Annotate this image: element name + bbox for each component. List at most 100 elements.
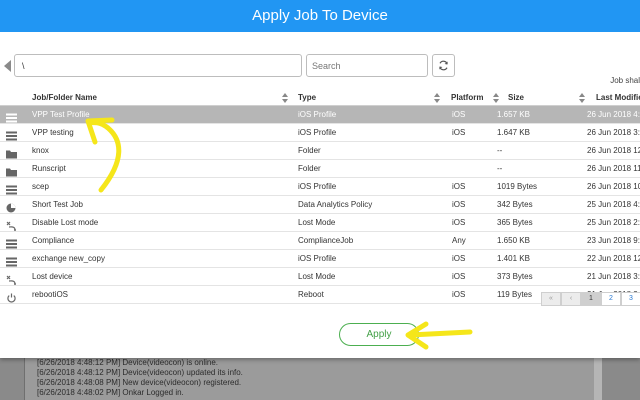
sort-icon[interactable] — [282, 93, 288, 103]
row-size: 1.650 KB — [497, 236, 530, 245]
column-header-size[interactable]: Size — [508, 90, 524, 106]
sort-icon[interactable] — [579, 93, 585, 103]
row-platform: Any — [452, 236, 466, 245]
row-type: Folder — [298, 146, 321, 155]
row-type: iOS Profile — [298, 110, 337, 119]
log-line: [6/26/2018 4:48:12 PM] Device(videocon) … — [37, 368, 243, 377]
row-name: Compliance — [32, 236, 75, 245]
prev-page-button[interactable]: ‹ — [561, 292, 581, 306]
row-type: Lost Mode — [298, 272, 336, 281]
job-shared-label: Job shal — [610, 76, 640, 85]
row-type: iOS Profile — [298, 254, 337, 263]
row-platform: iOS — [452, 182, 466, 191]
jobs-table: Job/Folder Name Type Platform Size Last … — [0, 90, 640, 304]
row-name: scep — [32, 182, 49, 191]
row-size: 373 Bytes — [497, 272, 533, 281]
page-2-button[interactable]: 2 — [601, 292, 621, 306]
activity-log-panel: [6/26/2018 4:48:12 PM] Device(videocon) … — [24, 356, 600, 400]
row-platform: iOS — [452, 200, 466, 209]
row-size: -- — [497, 164, 503, 173]
sort-icon[interactable] — [434, 93, 440, 103]
column-header-name[interactable]: Job/Folder Name — [32, 90, 97, 106]
row-last-modified: 23 Jun 2018 9: — [587, 236, 640, 245]
table-row[interactable]: Short Test Job Data Analytics Policy iOS 34… — [0, 196, 640, 214]
table-row[interactable]: Lost device Lost Mode iOS 373 Bytes 21 Jun 2… — [0, 268, 640, 286]
row-size: -- — [497, 146, 503, 155]
row-name: exchange new_copy — [32, 254, 105, 263]
row-type: iOS Profile — [298, 128, 337, 137]
table-row[interactable]: Disable Lost mode Lost Mode iOS 365 Bytes 25… — [0, 214, 640, 232]
row-name: Runscript — [32, 164, 66, 173]
back-arrow-icon[interactable] — [4, 60, 11, 72]
page-1-button[interactable]: 1 — [581, 292, 601, 306]
folder-icon — [6, 146, 17, 159]
row-last-modified: 26 Jun 2018 3: — [587, 128, 640, 137]
first-page-button[interactable]: « — [541, 292, 561, 306]
row-last-modified: 21 Jun 2018 3: — [587, 272, 640, 281]
apply-job-modal: Apply Job To Device Job shal Job/Folder … — [0, 0, 640, 358]
row-name: Lost device — [32, 272, 73, 281]
row-last-modified: 26 Jun 2018 11: — [587, 164, 640, 173]
page-3-button[interactable]: 3 — [621, 292, 640, 306]
table-row[interactable]: VPP Test Profile iOS Profile iOS 1.657 KB 26… — [0, 106, 640, 124]
job-list-icon — [6, 128, 17, 141]
row-platform — [452, 160, 500, 178]
row-name: VPP testing — [32, 128, 74, 137]
activity-log-area: [6/26/2018 4:48:12 PM] Device(videocon) … — [0, 356, 640, 400]
table-header: Job/Folder Name Type Platform Size Last … — [0, 90, 640, 106]
row-type: Lost Mode — [298, 218, 336, 227]
job-list-icon — [6, 182, 17, 195]
row-name: VPP Test Profile — [32, 110, 90, 119]
row-platform: iOS — [452, 272, 466, 281]
table-row[interactable]: VPP testing iOS Profile iOS 1.647 KB 26 Jun … — [0, 124, 640, 142]
column-header-type[interactable]: Type — [298, 90, 316, 106]
lost-mode-icon — [6, 218, 17, 231]
table-row[interactable]: Compliance ComplianceJob Any 1.650 KB 23 Jun… — [0, 232, 640, 250]
row-type: iOS Profile — [298, 182, 337, 191]
row-name: rebootiOS — [32, 290, 69, 299]
pie-chart-icon — [6, 200, 17, 213]
refresh-icon — [439, 60, 448, 71]
folder-path-input[interactable] — [14, 54, 302, 77]
row-name: Short Test Job — [32, 200, 83, 209]
table-row[interactable]: exchange new_copy iOS Profile iOS 1.401 KB 2… — [0, 250, 640, 268]
row-last-modified: 26 Jun 2018 10: — [587, 182, 640, 191]
log-line: [6/26/2018 4:48:08 PM] New device(videoc… — [37, 378, 242, 387]
table-row[interactable]: knox Folder -- 26 Jun 2018 12: — [0, 142, 640, 160]
column-header-last-modified[interactable]: Last Modified — [596, 90, 640, 106]
row-type: Folder — [298, 164, 321, 173]
row-type: ComplianceJob — [298, 236, 354, 245]
row-size: 1.657 KB — [497, 110, 530, 119]
table-row[interactable]: scep iOS Profile iOS 1019 Bytes 26 Jun 2018 … — [0, 178, 640, 196]
log-line: [6/26/2018 4:48:12 PM] Device(videocon) … — [37, 358, 218, 367]
search-input[interactable] — [306, 54, 428, 77]
row-size: 1.401 KB — [497, 254, 530, 263]
power-icon — [6, 290, 17, 303]
table-row[interactable]: Runscript Folder -- 26 Jun 2018 11: — [0, 160, 640, 178]
job-list-icon — [6, 236, 17, 249]
row-size: 1019 Bytes — [497, 182, 538, 191]
row-platform: iOS — [452, 110, 466, 119]
row-type: Data Analytics Policy — [298, 200, 373, 209]
pagination: « ‹ 1 2 3 — [541, 292, 640, 306]
log-line: [6/26/2018 4:48:02 PM] Onkar Logged in. — [37, 388, 184, 397]
row-platform: iOS — [452, 290, 466, 299]
table-body: VPP Test Profile iOS Profile iOS 1.657 KB 26… — [0, 106, 640, 304]
row-size: 1.647 KB — [497, 128, 530, 137]
modal-title: Apply Job To Device — [0, 0, 640, 32]
row-size: 365 Bytes — [497, 218, 533, 227]
row-last-modified: 26 Jun 2018 12: — [587, 146, 640, 155]
log-scrollbar[interactable] — [594, 356, 602, 400]
sort-icon[interactable] — [493, 93, 499, 103]
column-header-platform[interactable]: Platform — [451, 90, 483, 106]
row-last-modified: 26 Jun 2018 4: — [587, 110, 640, 119]
row-last-modified: 22 Jun 2018 12: — [587, 254, 640, 263]
apply-button[interactable]: Apply — [339, 323, 419, 346]
row-name: Disable Lost mode — [32, 218, 99, 227]
row-platform: iOS — [452, 218, 466, 227]
refresh-button[interactable] — [432, 54, 455, 77]
row-platform: iOS — [452, 128, 466, 137]
folder-icon — [6, 164, 17, 177]
row-size: 342 Bytes — [497, 200, 533, 209]
row-last-modified: 25 Jun 2018 2: — [587, 218, 640, 227]
